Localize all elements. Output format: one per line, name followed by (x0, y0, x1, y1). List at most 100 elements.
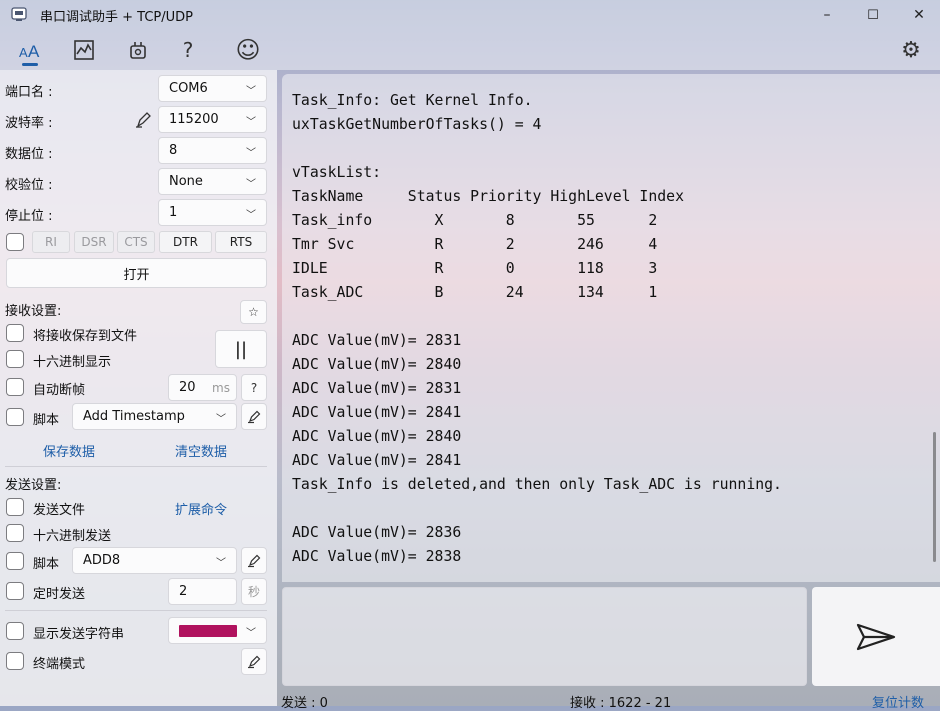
text-format-icon[interactable]: AA (14, 34, 46, 66)
timed-send-label: 定时发送 (33, 587, 86, 602)
timed-send-checkbox[interactable] (6, 582, 24, 600)
send-icon (856, 623, 896, 650)
baud-select[interactable]: 115200 ﹀ (158, 106, 267, 133)
divider (5, 466, 267, 467)
help-button[interactable]: ? (241, 374, 267, 401)
chevron-down-icon: ﹀ (246, 117, 256, 128)
save-data-link[interactable]: 保存数据 (43, 441, 95, 460)
maximize-button[interactable]: ☐ (850, 0, 896, 30)
parity-select[interactable]: None ﹀ (158, 168, 267, 195)
chevron-down-icon: ﹀ (246, 628, 256, 639)
receive-log: Task_Info: Get Kernel Info. uxTaskGetNum… (292, 92, 782, 565)
plugin-icon[interactable] (122, 34, 154, 66)
send-settings-title: 发送设置: (5, 478, 62, 493)
chevron-down-icon: ﹀ (246, 86, 256, 97)
rts-button[interactable]: RTS (215, 231, 267, 253)
frame-timeout-input[interactable]: 20 ms (168, 374, 237, 401)
signals-checkbox[interactable] (6, 233, 24, 251)
chevron-down-icon: ﹀ (246, 210, 256, 221)
databits-select[interactable]: 8 ﹀ (158, 137, 267, 164)
send-button[interactable] (812, 587, 940, 686)
edit-icon[interactable] (134, 111, 152, 129)
stopbits-select[interactable]: 1 ﹀ (158, 199, 267, 226)
terminal-mode-checkbox[interactable] (6, 652, 24, 670)
baud-value: 115200 (169, 112, 219, 127)
toolbar: AA ? ☺ ⚙ (0, 30, 940, 70)
gear-icon[interactable]: ⚙ (895, 34, 927, 66)
frame-timeout-unit: ms (212, 380, 230, 395)
reset-count-link[interactable]: 复位计数 (872, 692, 924, 711)
send-input[interactable] (282, 587, 807, 686)
receive-script-value: Add Timestamp (83, 409, 185, 424)
auto-frame-label: 自动断帧 (33, 383, 86, 398)
parity-label: 校验位 : (5, 178, 53, 193)
show-send-string-label: 显示发送字符串 (33, 627, 125, 642)
save-to-file-label: 将接收保存到文件 (33, 329, 138, 344)
cts-indicator: CTS (117, 231, 155, 253)
receive-script-select[interactable]: Add Timestamp ﹀ (72, 403, 237, 430)
app-icon (11, 7, 27, 21)
timed-unit-label: 秒 (241, 578, 267, 605)
dsr-indicator: DSR (74, 231, 114, 253)
edit-script-button[interactable] (241, 403, 267, 430)
smiley-icon[interactable]: ☺ (232, 34, 264, 66)
port-select[interactable]: COM6 ﹀ (158, 75, 267, 102)
minimize-button[interactable]: – (804, 0, 850, 30)
edit-send-script-button[interactable] (241, 547, 267, 574)
edit-icon (248, 554, 261, 567)
color-picker[interactable]: ﹀ (168, 617, 267, 644)
ri-indicator: RI (32, 231, 70, 253)
color-swatch (179, 624, 237, 637)
terminal-edit-button[interactable] (241, 648, 267, 675)
svg-text:A: A (19, 45, 28, 60)
receive-settings-title: 接收设置: (5, 304, 62, 319)
baud-label: 波特率 : (5, 116, 53, 131)
svg-text:A: A (28, 42, 40, 60)
edit-icon (248, 655, 261, 668)
auto-frame-checkbox[interactable] (6, 378, 24, 396)
sent-count: 发送 : 0 (281, 696, 328, 711)
databits-value: 8 (169, 143, 178, 158)
chart-icon[interactable] (68, 34, 100, 66)
terminal-mode-label: 终端模式 (33, 657, 86, 672)
chevron-down-icon: ﹀ (216, 414, 226, 425)
hex-send-checkbox[interactable] (6, 524, 24, 542)
title-bar: 串口调试助手 + TCP/UDP – ☐ ✕ (0, 0, 940, 30)
edit-icon (248, 410, 261, 423)
show-send-string-checkbox[interactable] (6, 622, 24, 640)
pause-button[interactable]: || (215, 330, 267, 368)
receive-script-checkbox[interactable] (6, 408, 24, 426)
open-port-button[interactable]: 打开 (6, 258, 267, 288)
port-label: 端口名 : (5, 85, 53, 100)
timed-interval-value: 2 (179, 584, 188, 599)
chevron-down-icon: ﹀ (216, 558, 226, 569)
dtr-button[interactable]: DTR (159, 231, 212, 253)
send-script-select[interactable]: ADD8 ﹀ (72, 547, 237, 574)
send-file-checkbox[interactable] (6, 498, 24, 516)
send-script-label: 脚本 (33, 557, 60, 572)
receive-script-label: 脚本 (33, 413, 60, 428)
parity-value: None (169, 174, 203, 189)
close-button[interactable]: ✕ (896, 0, 940, 30)
stopbits-value: 1 (169, 205, 178, 220)
receive-scrollbar[interactable] (933, 432, 936, 562)
send-script-value: ADD8 (83, 553, 121, 568)
frame-timeout-value: 20 (179, 380, 196, 395)
star-icon[interactable]: ☆ (240, 300, 267, 324)
save-to-file-checkbox[interactable] (6, 324, 24, 342)
extend-command-link[interactable]: 扩展命令 (175, 499, 227, 518)
databits-label: 数据位 : (5, 147, 53, 162)
clear-data-link[interactable]: 清空数据 (175, 441, 227, 460)
send-file-label: 发送文件 (33, 503, 86, 518)
divider (5, 610, 267, 611)
chevron-down-icon: ﹀ (246, 148, 256, 159)
timed-interval-input[interactable]: 2 (168, 578, 237, 605)
chevron-down-icon: ﹀ (246, 179, 256, 190)
window-title: 串口调试助手 + TCP/UDP (40, 10, 193, 25)
send-script-checkbox[interactable] (6, 552, 24, 570)
hex-send-label: 十六进制发送 (33, 529, 112, 544)
received-count: 接收 : 1622 - 21 (570, 696, 672, 711)
help-icon[interactable]: ? (172, 34, 204, 66)
stopbits-label: 停止位 : (5, 209, 53, 224)
hex-display-checkbox[interactable] (6, 350, 24, 368)
